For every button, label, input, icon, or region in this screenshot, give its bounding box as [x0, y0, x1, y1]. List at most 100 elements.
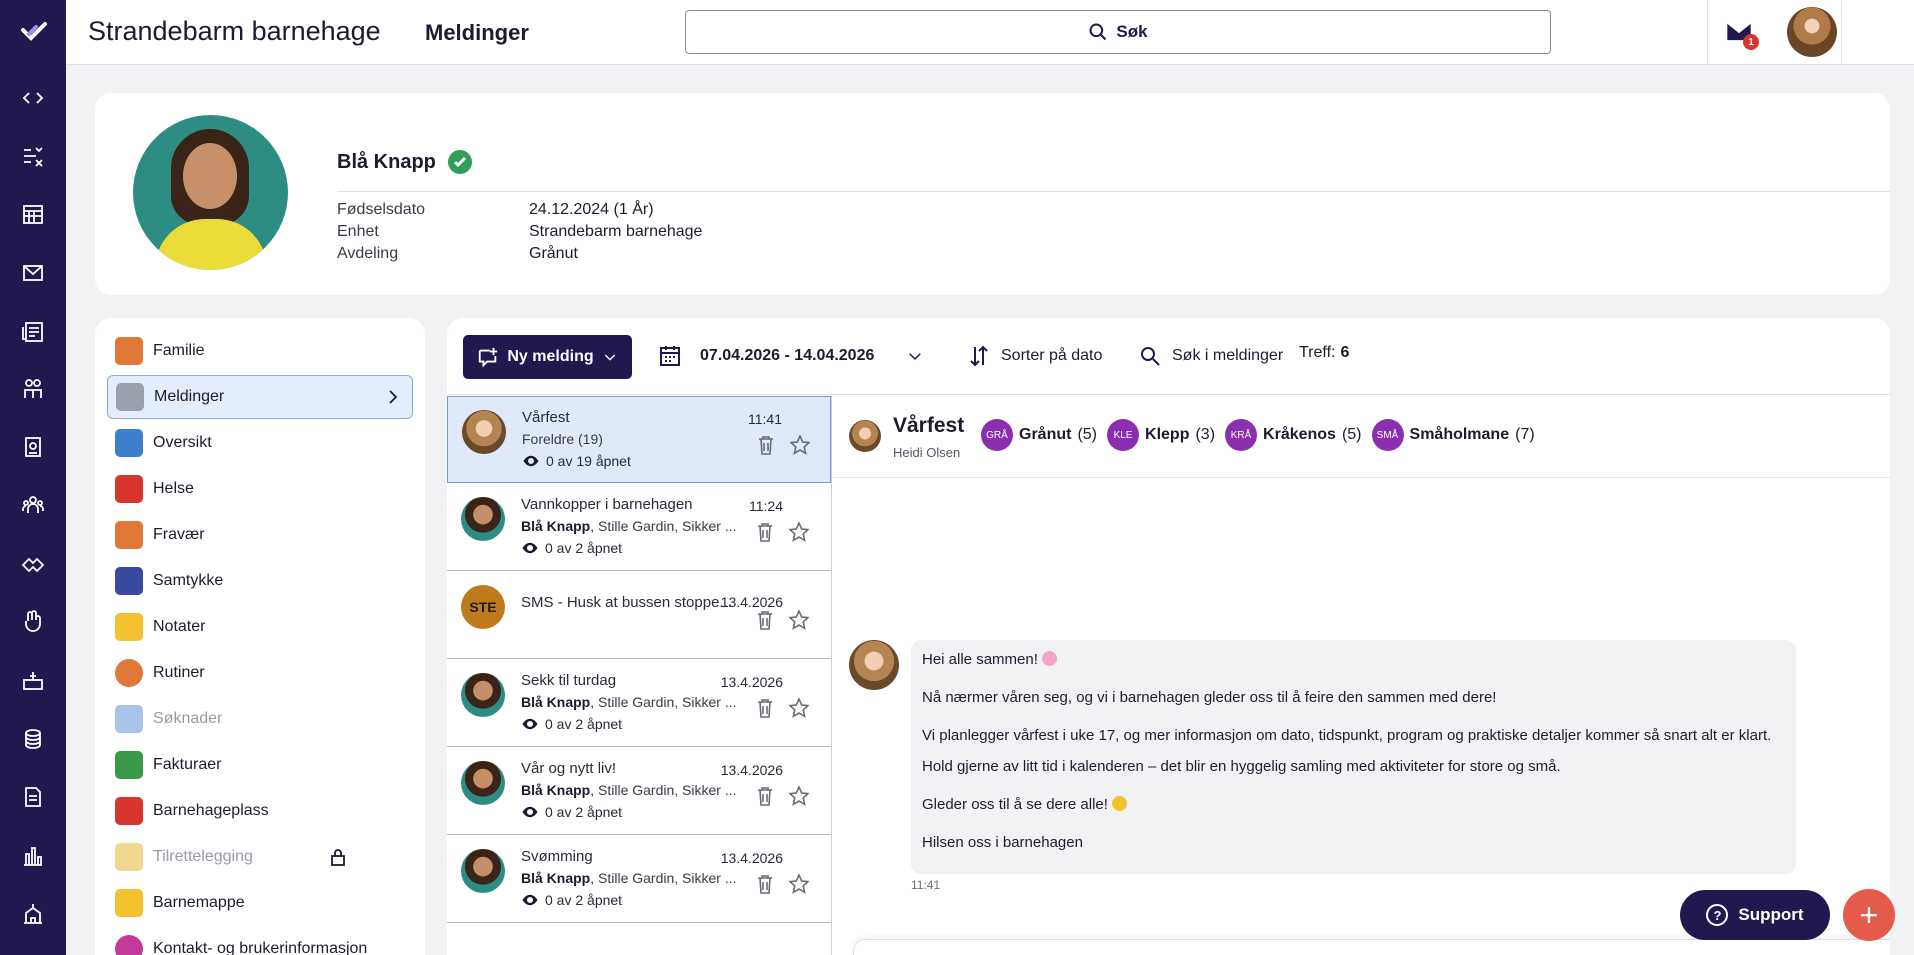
trash-icon[interactable] [757, 874, 773, 894]
chevron-right-icon [389, 390, 398, 404]
hits-value: 6 [1340, 344, 1350, 361]
menu-item-kontakt[interactable]: Kontakt- og brukerinformasjon [107, 927, 413, 955]
trash-icon[interactable] [757, 610, 773, 630]
menu-item-label: Kontakt- og brukerinformasjon [153, 940, 368, 955]
menu-item-label: Tilrettelegging [153, 848, 253, 865]
message-item[interactable]: STE SMS - Husk at bussen stoppe... 13.4.… [447, 572, 831, 659]
inbox-button[interactable]: 1 [1725, 18, 1759, 50]
calendar-icon [660, 346, 680, 366]
cake-icon[interactable] [19, 666, 47, 694]
star-icon[interactable] [790, 435, 810, 455]
reply-compose-area[interactable] [853, 939, 1890, 955]
code-icon[interactable] [19, 84, 47, 112]
star-icon[interactable] [789, 874, 809, 894]
child-photo [133, 115, 288, 270]
trash-icon[interactable] [757, 786, 773, 806]
message-title: SMS - Husk at bussen stoppe... [521, 594, 732, 611]
support-button[interactable]: ? Support [1680, 890, 1830, 940]
message-title: Sekk til turdag [521, 672, 617, 689]
menu-item-familie[interactable]: Familie [107, 329, 413, 373]
message-item[interactable]: Vannkopper i barnehagen Blå Knapp, Still… [447, 484, 831, 571]
message-time: 11:24 [749, 498, 783, 514]
menu-item-barnemappe[interactable]: Barnemappe [107, 881, 413, 925]
info-row: Avdeling Grånut [337, 243, 702, 265]
avatar [462, 410, 506, 454]
menu-item-label: Meldinger [154, 388, 225, 405]
recipient-rest: , Stille Gardin, Sikker ... [590, 518, 737, 534]
date-range-picker[interactable]: 07.04.2026 - 14.04.2026 [658, 344, 924, 368]
news-icon[interactable] [19, 318, 47, 346]
new-message-button[interactable]: Ny melding [463, 335, 632, 379]
opened-status: 0 av 19 åpnet [522, 452, 631, 470]
menu-item-helse[interactable]: Helse [107, 467, 413, 511]
message-item[interactable]: Vår og nytt liv! Blå Knapp, Stille Gardi… [447, 748, 831, 835]
message-author: Heidi Olsen [893, 445, 961, 460]
handshake-icon[interactable] [19, 549, 47, 577]
group-chip[interactable]: SMÅ Småholmane (7) [1371, 419, 1535, 451]
mail-icon[interactable] [19, 259, 47, 287]
sort-button[interactable]: Sorter på dato [967, 344, 1102, 368]
menu-item-fakturaer[interactable]: Fakturaer [107, 743, 413, 787]
sort-label: Sorter på dato [1001, 347, 1103, 364]
trash-icon[interactable] [758, 435, 774, 455]
document-icon[interactable] [19, 783, 47, 811]
user-avatar[interactable] [1787, 7, 1837, 57]
message-recipients: Blå Knapp, Stille Gardin, Sikker ... [521, 782, 737, 798]
sort-icon [970, 345, 988, 367]
opened-status: 0 av 2 åpnet [521, 715, 622, 733]
message-header: Vårfest Heidi Olsen GRÅ Grånut (5) KLE Klep… [833, 396, 1890, 478]
star-icon[interactable] [789, 786, 809, 806]
checklist-icon[interactable] [19, 142, 47, 170]
top-bar: Strandebarm barnehage Meldinger Søk 1 18 [66, 0, 1914, 65]
menu-item-fravaer[interactable]: Fravær [107, 513, 413, 557]
star-icon[interactable] [789, 522, 809, 542]
coins-icon[interactable] [19, 725, 47, 753]
menu-item-rutiner[interactable]: Rutiner [107, 651, 413, 695]
search-messages-button[interactable]: Søk i meldinger [1138, 344, 1283, 368]
trash-icon[interactable] [757, 698, 773, 718]
opened-count: 0 av 2 åpnet [545, 716, 623, 732]
playground-icon [115, 797, 143, 825]
invoice-icon [115, 751, 143, 779]
menu-item-tilrettelegging[interactable]: Tilrettelegging [107, 835, 413, 879]
group-chip[interactable]: KLE Klepp (3) [1107, 419, 1215, 451]
hand-icon[interactable] [19, 607, 47, 635]
message-bubble: Hei alle sammen! Nå nærmer våren seg, og… [911, 640, 1796, 874]
info-value: Strandebarm barnehage [529, 223, 703, 240]
hits-count: Treff: 6 [1299, 344, 1349, 362]
star-icon[interactable] [789, 610, 809, 630]
message-item[interactable]: Sekk til turdag Blå Knapp, Stille Gardin… [447, 660, 831, 747]
menu-item-label: Barnehageplass [153, 802, 269, 819]
group-icon[interactable] [19, 491, 47, 519]
message-item[interactable]: Vårfest Foreldre (19) 0 av 19 åpnet 11:4… [447, 396, 831, 483]
app-logo-icon[interactable] [20, 18, 48, 46]
menu-item-barnehageplass[interactable]: Barnehageplass [107, 789, 413, 833]
group-chip[interactable]: KRÅ Kråkenos (5) [1225, 419, 1362, 451]
group-count: (3) [1195, 426, 1216, 443]
global-search[interactable]: Søk [685, 10, 1551, 54]
school-icon[interactable] [19, 900, 47, 928]
search-messages-label: Søk i meldinger [1172, 347, 1284, 364]
badge-icon[interactable] [19, 433, 47, 461]
menu-item-oversikt[interactable]: Oversikt [107, 421, 413, 465]
menu-item-samtykke[interactable]: Samtykke [107, 559, 413, 603]
lock-icon [331, 849, 345, 866]
group-name: Grånut [1019, 426, 1072, 443]
add-fab-button[interactable]: + [1843, 889, 1895, 941]
group-chip[interactable]: GRÅ Grånut (5) [981, 419, 1097, 451]
calendar-icon[interactable] [19, 200, 47, 228]
message-item[interactable]: Svømming Blå Knapp, Stille Gardin, Sikke… [447, 836, 831, 923]
star-icon[interactable] [789, 698, 809, 718]
menu-item-meldinger[interactable]: Meldinger [107, 375, 413, 419]
search-icon [1089, 23, 1107, 41]
chart-icon[interactable] [19, 842, 47, 870]
health-icon [115, 475, 143, 503]
menu-item-soknader[interactable]: Søknader [107, 697, 413, 741]
trash-icon[interactable] [757, 522, 773, 542]
menu-item-label: Notater [153, 618, 206, 635]
menu-item-notater[interactable]: Notater [107, 605, 413, 649]
eye-icon [522, 806, 538, 818]
sunflower-icon [1111, 796, 1127, 811]
group-name: Klepp [1145, 426, 1190, 443]
children-icon[interactable] [19, 375, 47, 403]
